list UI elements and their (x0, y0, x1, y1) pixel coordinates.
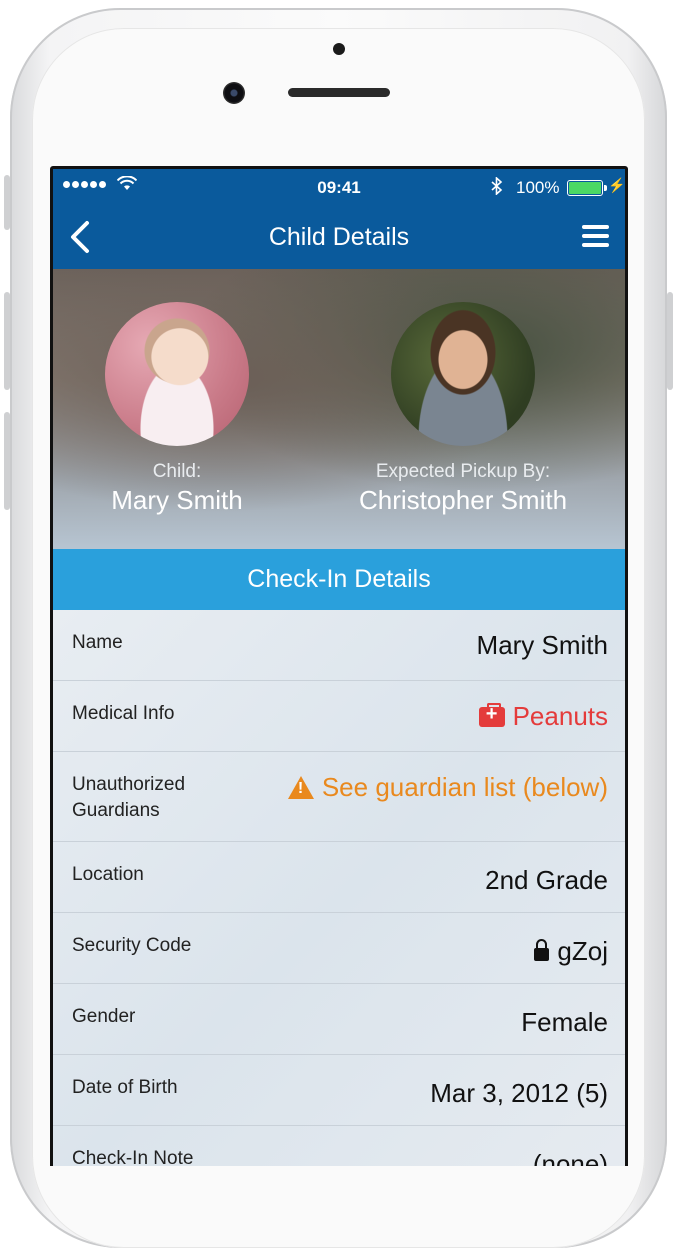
detail-key: Unauthorized Guardians (72, 774, 186, 821)
detail-value-text: See guardian list (below) (321, 772, 608, 802)
detail-value-text: Mar 3, 2012 (5) (430, 1078, 608, 1108)
bluetooth-icon (491, 176, 503, 200)
pickup-label: Expected Pickup By: (375, 461, 551, 482)
screen: 09:41 100% ⚡ Child Details Child: Mary S… (50, 166, 628, 1166)
detail-key: Date of Birth (72, 1077, 178, 1098)
details-list: Name Mary Smith Medical Info Peanuts Una… (53, 610, 625, 1166)
detail-value: Mary Smith (477, 630, 608, 661)
pickup-name: Christopher Smith (358, 485, 568, 515)
hamburger-menu-icon[interactable] (582, 225, 609, 247)
detail-row-note: Check-In Note (none) (53, 1126, 625, 1166)
detail-row-name: Name Mary Smith (53, 610, 625, 681)
detail-row-medical[interactable]: Medical Info Peanuts (53, 681, 625, 752)
volume-up-button (4, 292, 10, 390)
top-bar: 09:41 100% ⚡ Child Details (53, 169, 625, 269)
detail-value-text: 2nd Grade (485, 865, 608, 895)
front-camera (223, 82, 245, 104)
charging-icon: ⚡ (608, 177, 625, 193)
pickup-profile: Expected Pickup By: Christopher Smith (331, 461, 595, 516)
detail-value: Mar 3, 2012 (5) (430, 1078, 608, 1109)
battery-icon (567, 180, 607, 196)
warning-icon (287, 776, 314, 799)
detail-key: Location (72, 864, 144, 885)
proximity-sensor (333, 43, 345, 55)
pickup-avatar (391, 302, 535, 446)
mute-switch (4, 175, 10, 230)
volume-down-button (4, 412, 10, 510)
detail-key: Check-In Note (72, 1148, 194, 1166)
medkit-icon (478, 702, 505, 727)
lock-icon (534, 939, 550, 961)
detail-row-location: Location 2nd Grade (53, 842, 625, 913)
detail-row-gender: Gender Female (53, 984, 625, 1055)
profile-header: Child: Mary Smith Expected Pickup By: Ch… (53, 269, 625, 549)
detail-key: Security Code (72, 935, 192, 956)
child-name: Mary Smith (111, 485, 243, 515)
detail-value: See guardian list (below) (287, 772, 608, 803)
nav-bar: Child Details (53, 205, 625, 269)
app-view: 09:41 100% ⚡ Child Details Child: Mary S… (53, 169, 625, 1166)
earpiece-speaker (288, 88, 390, 97)
detail-key: Gender (72, 1006, 136, 1027)
detail-value-text: (none) (532, 1149, 608, 1166)
detail-value-text: gZoj (557, 936, 608, 966)
detail-value: (none) (533, 1149, 608, 1166)
section-header: Check-In Details (53, 549, 625, 610)
power-button (667, 292, 673, 390)
child-label: Child: (152, 461, 202, 482)
battery-percent: 100% (516, 178, 560, 197)
detail-key: Name (72, 632, 123, 653)
detail-key: Medical Info (72, 703, 175, 724)
detail-value: Female (521, 1007, 608, 1038)
detail-row-unauthorized[interactable]: Unauthorized Guardians See guardian list… (53, 752, 625, 842)
child-avatar (105, 302, 249, 446)
detail-value: gZoj (534, 936, 608, 967)
detail-value-text: Female (521, 1007, 608, 1037)
detail-value: Peanuts (478, 701, 608, 732)
status-bar: 09:41 100% ⚡ (53, 169, 625, 205)
detail-value-text: Mary Smith (476, 630, 608, 660)
detail-value: 2nd Grade (485, 865, 608, 896)
child-profile: Child: Mary Smith (77, 461, 277, 516)
page-title: Child Details (268, 223, 410, 251)
detail-value-text: Peanuts (512, 701, 608, 731)
detail-row-dob: Date of Birth Mar 3, 2012 (5) (53, 1055, 625, 1126)
detail-row-security: Security Code gZoj (53, 913, 625, 984)
